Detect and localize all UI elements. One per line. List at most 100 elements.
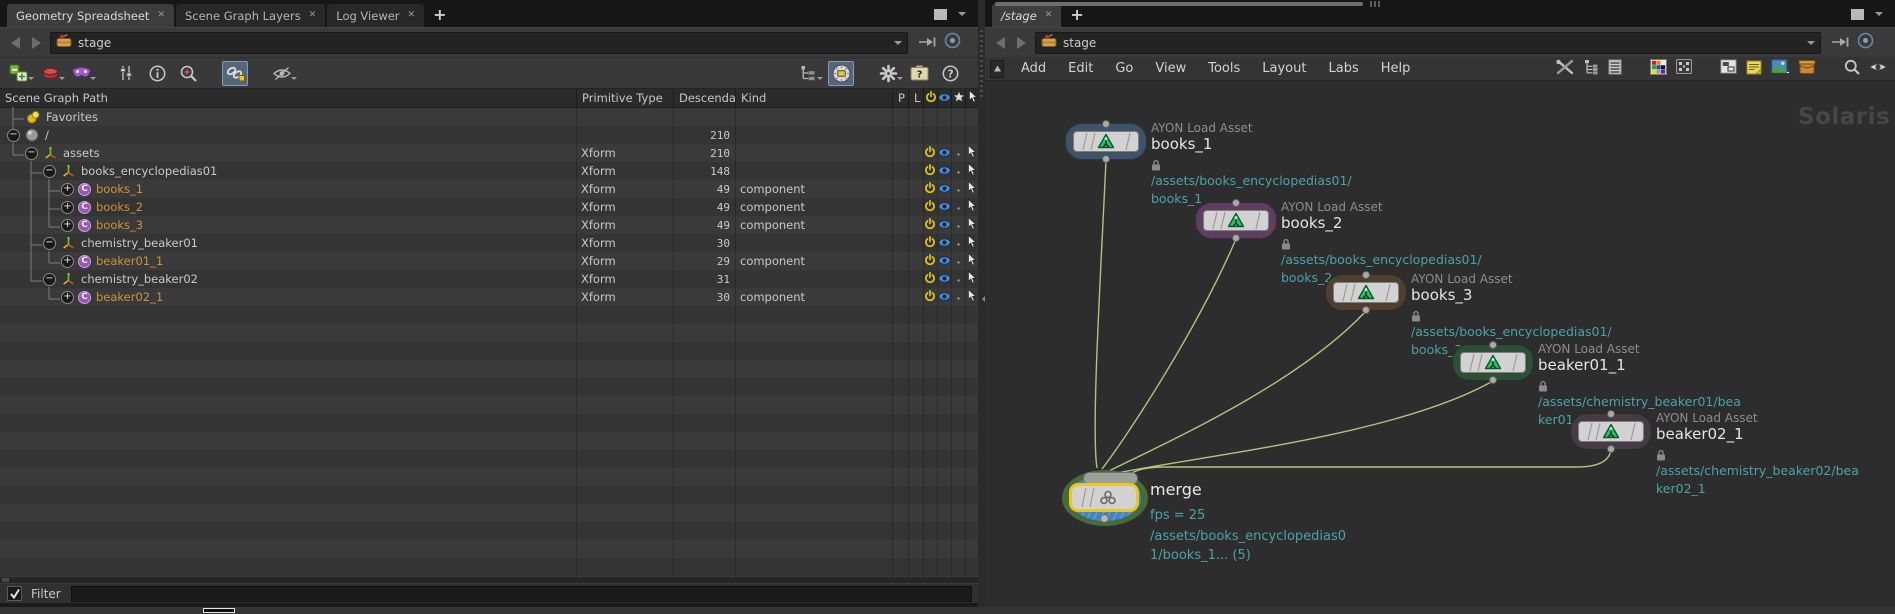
menu-layout[interactable]: Layout (1251, 61, 1317, 76)
select-button[interactable] (967, 271, 976, 287)
back-button[interactable] (11, 37, 20, 49)
select-button[interactable] (967, 181, 976, 197)
select-button[interactable] (967, 253, 976, 269)
activate-toggle[interactable] (924, 272, 936, 287)
activate-toggle[interactable] (924, 182, 936, 197)
favorite-toggle[interactable] (956, 182, 961, 196)
visibility-toggle[interactable] (938, 164, 951, 178)
table-row[interactable]: assets Xform 210 (0, 144, 978, 162)
path-field[interactable]: stage (50, 32, 908, 54)
visibility-toggle[interactable] (938, 272, 951, 286)
node-books_2[interactable]: AYON Load Asset books_2 /assets/books_en… (1195, 202, 1277, 239)
menu-go[interactable]: Go (1104, 61, 1144, 76)
activate-toggle[interactable] (924, 290, 936, 305)
filter-input[interactable] (71, 586, 972, 602)
favorite-toggle[interactable] (956, 146, 961, 160)
column-header-descendants[interactable]: Descendan (673, 89, 735, 107)
parameters-button[interactable] (115, 62, 137, 84)
favorite-toggle[interactable] (956, 272, 961, 286)
close-icon[interactable]: ✕ (157, 11, 165, 20)
expand-icon[interactable] (61, 219, 74, 232)
context-help-button[interactable]: ? (908, 62, 930, 84)
stash-button[interactable] (39, 62, 61, 84)
table-row[interactable]: beaker01_1 Xform 29 component (0, 252, 978, 270)
inspect-button[interactable] (177, 62, 199, 84)
path-dropdown-icon[interactable] (1807, 41, 1815, 49)
find-icon[interactable] (1844, 59, 1860, 79)
activate-toggle[interactable] (924, 218, 936, 233)
expand-icon[interactable] (61, 255, 74, 268)
menu-tools[interactable]: Tools (1197, 61, 1251, 76)
visibility-icon[interactable] (1869, 61, 1887, 77)
activate-toggle[interactable] (924, 200, 936, 215)
pin-icon[interactable] (918, 33, 938, 52)
input-connector[interactable] (1489, 341, 1497, 349)
table-row[interactable]: chemistry_beaker02 Xform 31 (0, 270, 978, 288)
input-connector[interactable] (1232, 199, 1240, 207)
column-header-l[interactable]: L (908, 89, 923, 107)
menu-labs[interactable]: Labs (1317, 61, 1369, 76)
output-connector[interactable] (1607, 445, 1615, 453)
jump-up-button[interactable] (990, 60, 1004, 78)
collapse-icon[interactable] (7, 129, 20, 142)
filter-checkbox[interactable] (7, 586, 22, 601)
divider-grip[interactable] (980, 30, 983, 100)
taskbar-window-button[interactable] (203, 608, 235, 613)
scrollbar-grip[interactable] (1370, 1, 1382, 7)
collapse-icon[interactable] (43, 165, 56, 178)
pin-icon[interactable] (1831, 33, 1851, 52)
tab-scene-graph-layers[interactable]: Scene Graph Layers ✕ (176, 4, 325, 27)
table-row[interactable]: books_1 Xform 49 component (0, 180, 978, 198)
node-name[interactable]: beaker02_1 (1656, 425, 1868, 443)
activate-toggle[interactable] (924, 236, 936, 251)
link-selection-button[interactable] (222, 61, 248, 86)
settings-button[interactable] (877, 62, 899, 84)
ghost-visibility-button[interactable] (271, 62, 293, 84)
visibility-toggle[interactable] (938, 290, 951, 304)
close-icon[interactable]: ✕ (408, 11, 416, 20)
table-row[interactable]: / 210 (0, 126, 978, 144)
menu-help[interactable]: Help (1370, 61, 1422, 76)
input-connector[interactable] (1607, 410, 1615, 418)
link-target-icon[interactable] (1857, 32, 1874, 53)
info-button[interactable] (146, 62, 168, 84)
table-row[interactable]: beaker02_1 Xform 30 component (0, 288, 978, 306)
expand-collapse-button[interactable] (8, 62, 30, 84)
node-beaker01_1[interactable]: AYON Load Asset beaker01_1 /assets/chemi… (1452, 344, 1534, 381)
column-header-select[interactable] (965, 89, 978, 107)
path-field[interactable]: stage (1035, 32, 1821, 54)
asset-box-icon[interactable] (1798, 59, 1816, 78)
node-beaker02_1[interactable]: AYON Load Asset beaker02_1 /assets/chemi… (1570, 413, 1652, 450)
help-button[interactable]: ? (939, 62, 961, 84)
pane-maximize-icon[interactable] (934, 9, 947, 20)
select-button[interactable] (967, 145, 976, 161)
output-connector[interactable] (1232, 234, 1240, 242)
tab-stage[interactable]: /stage ✕ (992, 4, 1061, 27)
back-button[interactable] (996, 37, 1005, 49)
pane-menu-icon[interactable] (1875, 12, 1883, 20)
network-canvas[interactable]: Solaris AYON Load Asset books_1 /asset (985, 0, 1895, 607)
new-tab-button[interactable]: + (1070, 5, 1083, 24)
visibility-toggle[interactable] (938, 182, 951, 196)
activate-toggle[interactable] (924, 146, 936, 161)
column-header-favorite[interactable] (951, 89, 965, 107)
column-header-primitive-type[interactable]: Primitive Type (576, 89, 673, 107)
menu-add[interactable]: Add (1010, 61, 1057, 76)
node-books_1[interactable]: AYON Load Asset books_1 /assets/books_en… (1065, 123, 1147, 160)
node-name[interactable]: books_1 (1151, 135, 1363, 153)
collapse-icon[interactable] (43, 273, 56, 286)
color-palette-icon[interactable] (1650, 59, 1667, 79)
expand-icon[interactable] (61, 201, 74, 214)
follow-selection-button[interactable] (828, 61, 854, 86)
favorite-toggle[interactable] (956, 164, 961, 178)
node-name[interactable]: books_2 (1281, 214, 1493, 232)
collapse-tree-button[interactable] (797, 62, 819, 84)
input-connector[interactable] (1102, 120, 1110, 128)
table-row[interactable]: books_3 Xform 49 component (0, 216, 978, 234)
forward-button[interactable] (1017, 37, 1026, 49)
output-connector[interactable] (1102, 155, 1110, 163)
input-connector[interactable] (1362, 271, 1370, 279)
visibility-toggle[interactable] (938, 146, 951, 160)
column-header-visible[interactable] (937, 89, 951, 107)
node-name[interactable]: beaker01_1 (1538, 356, 1750, 374)
